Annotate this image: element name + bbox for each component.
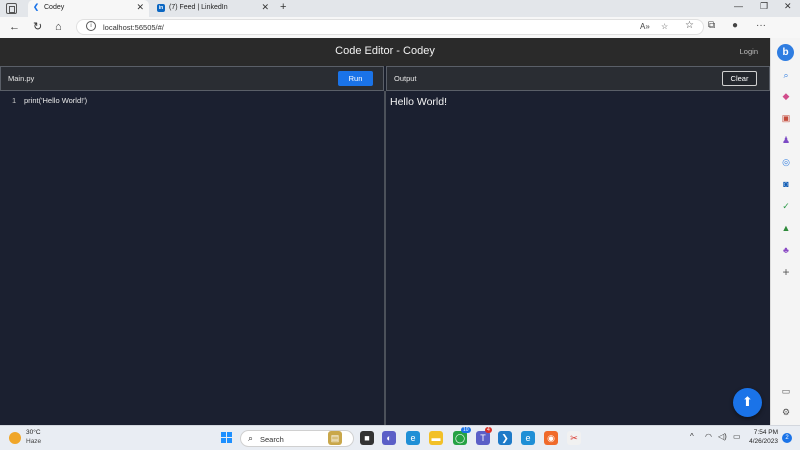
more-options-icon[interactable]: ··· <box>756 20 766 31</box>
code-editor[interactable]: 1 print('Hello World!') <box>0 91 384 425</box>
notification-badge[interactable]: 2 <box>782 433 792 443</box>
window-menu-icon[interactable] <box>6 3 17 14</box>
collections-icon[interactable]: ⧉ <box>708 20 715 31</box>
clock-time[interactable]: 7:54 PM <box>752 429 778 436</box>
clear-button[interactable]: Clear <box>722 71 757 86</box>
weather-temperature[interactable]: 30°C <box>26 429 41 436</box>
tab-title: Codey <box>44 4 65 11</box>
postman-icon[interactable]: ◉ <box>544 431 558 445</box>
edge-dev-icon[interactable]: e <box>521 431 535 445</box>
teams-badge: 4 <box>485 427 492 433</box>
clock-date[interactable]: 4/26/2023 <box>746 438 778 445</box>
edge-sidebar: b ⌕ ◆ ▣ ♟ ◎ ◙ ✓ ▲ ♣ + ▭ ⚙ <box>770 38 800 425</box>
close-window-icon[interactable]: ✕ <box>784 1 792 12</box>
volume-icon[interactable]: ◁) <box>718 432 727 441</box>
designer-icon[interactable]: ♣ <box>780 244 792 256</box>
output-panel: Hello World! <box>386 91 770 425</box>
outlook-icon[interactable]: ◙ <box>780 178 792 190</box>
wifi-icon[interactable]: ◠ <box>705 432 712 441</box>
home-icon[interactable]: ⌂ <box>55 20 62 34</box>
teams-icon[interactable]: T <box>476 431 490 445</box>
shopping-icon[interactable]: ◆ <box>780 90 792 102</box>
login-link[interactable]: Login <box>740 47 758 56</box>
search-label: Search <box>260 435 284 444</box>
search-icon[interactable]: ⌕ <box>780 69 792 81</box>
favorites-icon[interactable]: ☆ <box>685 20 694 31</box>
tab-codey[interactable]: ❮ Codey ✕ <box>28 0 149 17</box>
close-tab-icon[interactable]: ✕ <box>261 2 269 13</box>
upload-button[interactable]: ⬆ <box>733 388 762 417</box>
drop-icon[interactable]: ✓ <box>780 200 792 212</box>
browser-tab-strip: ❮ Codey ✕ in (7) Feed | LinkedIn ✕ + — ❐… <box>0 0 800 17</box>
windows-taskbar: 30°C Haze ⌕ Search ▤ ■ ◐ e ▬ ◯ 10 T 4 ❯ … <box>0 425 800 450</box>
add-favorite-icon[interactable]: ☆ <box>661 22 668 31</box>
tree-icon[interactable]: ▲ <box>780 222 792 234</box>
address-url[interactable]: localhost:56505/#/ <box>103 23 164 32</box>
whatsapp-icon[interactable]: ◯ <box>453 431 467 445</box>
search-icon: ⌕ <box>248 433 254 443</box>
editor-toolbar: Main.py Run <box>0 66 384 91</box>
microsoft-365-icon[interactable]: ◎ <box>780 156 792 168</box>
minimize-icon[interactable]: — <box>734 1 743 11</box>
task-view-icon[interactable]: ■ <box>360 431 374 445</box>
new-tab-icon[interactable]: + <box>280 1 286 13</box>
arrow-up-icon: ⬆ <box>742 394 753 409</box>
add-icon[interactable]: + <box>780 266 792 278</box>
linkedin-favicon-icon: in <box>157 4 165 12</box>
edge-icon[interactable]: e <box>406 431 420 445</box>
address-bar[interactable]: i localhost:56505/#/ A» ☆ <box>76 19 704 35</box>
snipping-tool-icon[interactable]: ✂ <box>567 431 581 445</box>
refresh-icon[interactable]: ↻ <box>33 20 42 34</box>
app-header: Code Editor - Codey Login <box>0 38 770 66</box>
file-name: Main.py <box>8 74 35 83</box>
tab-title: (7) Feed | LinkedIn <box>169 4 228 11</box>
read-aloud-icon[interactable]: A» <box>640 22 650 31</box>
close-tab-icon[interactable]: ✕ <box>136 2 144 13</box>
page-title: Code Editor - Codey <box>335 45 435 57</box>
profile-icon[interactable]: ● <box>732 20 738 31</box>
battery-icon[interactable]: ▭ <box>733 432 741 441</box>
output-text: Hello World! <box>390 96 447 108</box>
settings-icon[interactable]: ⚙ <box>780 406 792 418</box>
bing-chat-icon[interactable]: b <box>777 44 794 61</box>
weather-description[interactable]: Haze <box>26 438 41 445</box>
widgets-app-icon[interactable]: ▤ <box>328 431 342 445</box>
run-button[interactable]: Run <box>338 71 373 86</box>
sidebar-layout-icon[interactable]: ▭ <box>780 385 792 397</box>
games-icon[interactable]: ♟ <box>780 134 792 146</box>
maximize-icon[interactable]: ❐ <box>760 1 768 12</box>
browser-toolbar: ← ↻ ⌂ i localhost:56505/#/ A» ☆ ☆ ⧉ ● ··… <box>0 17 800 38</box>
tools-icon[interactable]: ▣ <box>780 112 792 124</box>
chat-icon[interactable]: ◐ <box>382 431 396 445</box>
line-number: 1 <box>12 96 17 105</box>
output-toolbar: Output Clear <box>386 66 770 91</box>
file-explorer-icon[interactable]: ▬ <box>429 431 443 445</box>
site-info-icon[interactable]: i <box>86 21 96 31</box>
whatsapp-badge: 10 <box>461 427 471 433</box>
vscode-icon[interactable]: ❯ <box>498 431 512 445</box>
weather-icon[interactable] <box>9 432 21 444</box>
windows-start-icon[interactable] <box>221 432 233 444</box>
code-line[interactable]: print('Hello World!') <box>24 96 87 105</box>
back-icon[interactable]: ← <box>9 20 20 34</box>
codey-favicon-icon: ❮ <box>33 4 39 11</box>
tab-linkedin[interactable]: in (7) Feed | LinkedIn ✕ <box>153 0 274 17</box>
output-label: Output <box>394 74 417 83</box>
chevron-up-icon[interactable]: ^ <box>690 432 694 441</box>
